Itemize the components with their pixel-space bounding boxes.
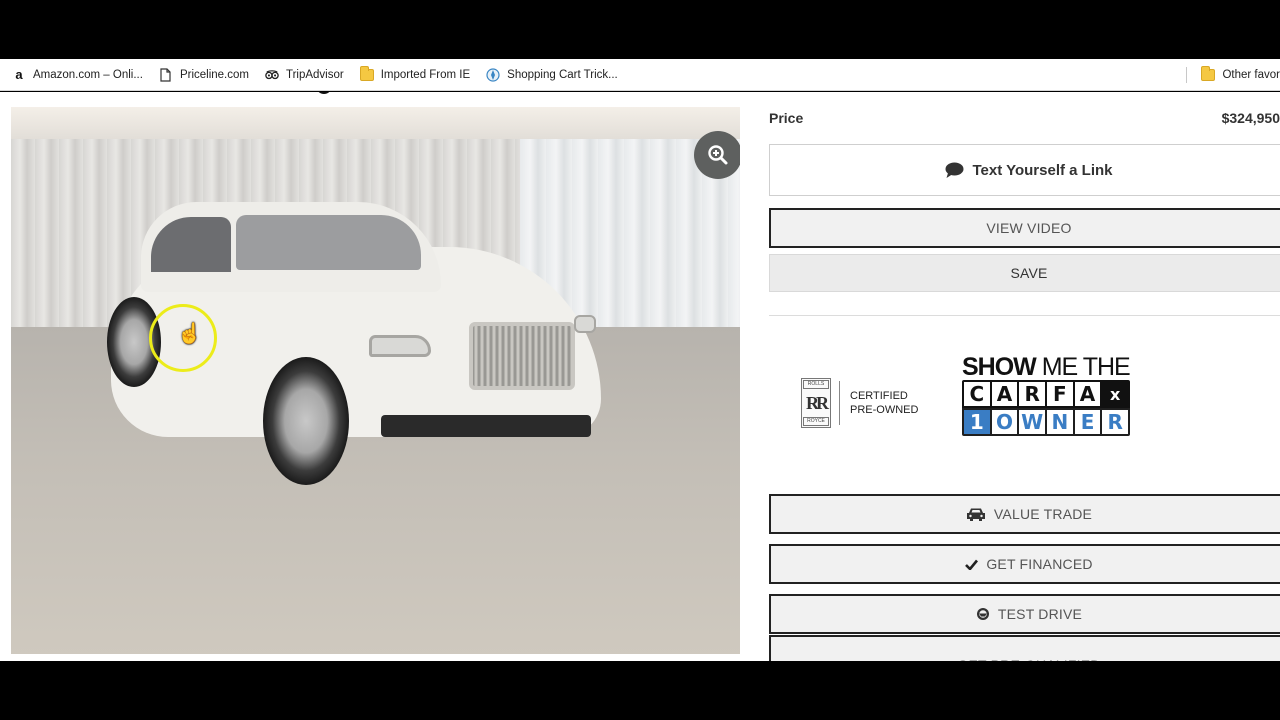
bookmarks-separator xyxy=(1186,66,1188,83)
bookmark-imported-from-ie[interactable]: Imported From IE xyxy=(352,63,478,87)
owner-letter: E xyxy=(1074,410,1101,434)
bookmark-amazon[interactable]: a Amazon.com – Onli... xyxy=(4,63,151,87)
bookmark-label: Amazon.com – Onli... xyxy=(33,68,143,81)
car-windshield xyxy=(236,215,421,270)
vehicle-photo-gallery[interactable]: ☝ xyxy=(11,107,740,654)
test-drive-button[interactable]: TEST DRIVE xyxy=(769,594,1280,634)
carfax-letter: F xyxy=(1047,382,1073,406)
car-icon xyxy=(966,507,986,521)
value-trade-button[interactable]: VALUE TRADE xyxy=(769,494,1280,534)
video-letterbox-top xyxy=(0,0,1280,59)
bookmarks-bar: a Amazon.com – Onli... Priceline.com Tri… xyxy=(0,59,1280,91)
bookmark-label: Other favor xyxy=(1222,68,1280,81)
video-letterbox-bottom xyxy=(0,661,1280,720)
checkmark-icon xyxy=(965,559,979,570)
rr-logo-top-text: ROLLS xyxy=(803,380,829,389)
amazon-icon: a xyxy=(15,67,23,82)
carfax-letter: A xyxy=(991,382,1018,406)
zoom-in-button[interactable] xyxy=(694,131,740,179)
owner-letter: W xyxy=(1019,410,1046,434)
carfax-letters-row: CARFAx xyxy=(962,380,1130,408)
car-headlight-right xyxy=(574,315,596,333)
owner-letter: 1 xyxy=(964,410,990,434)
bookmark-tripadvisor[interactable]: TripAdvisor xyxy=(257,63,352,87)
hand-cursor-icon: ☝ xyxy=(177,323,202,345)
bookmark-label: Shopping Cart Trick... xyxy=(507,68,618,81)
carfax-one-owner-badge[interactable]: SHOW ME THE CARFAx 1OWNER xyxy=(962,354,1138,436)
carfax-letter: R xyxy=(1019,382,1046,406)
car-grille xyxy=(469,322,575,390)
car-headlight xyxy=(369,335,431,357)
photo-ceiling xyxy=(11,107,740,139)
zoom-in-icon xyxy=(708,145,728,165)
carfax-heading: SHOW ME THE xyxy=(962,354,1138,380)
carfax-show: SHOW xyxy=(962,353,1037,381)
text-yourself-link-button[interactable]: Text Yourself a Link xyxy=(769,144,1280,196)
bookmark-label: TripAdvisor xyxy=(285,68,344,81)
bookmark-other-favorites[interactable]: Other favor xyxy=(1193,63,1280,87)
vehicle-sidebar: Price $324,950 Text Yourself a Link VIEW… xyxy=(769,92,1280,661)
carfax-me-the: ME THE xyxy=(1035,353,1131,381)
tripadvisor-icon xyxy=(265,68,279,82)
bookmark-priceline[interactable]: Priceline.com xyxy=(151,63,257,87)
rolls-royce-certified-badge: ROLLS RR ROYCE CERTIFIED PRE-OWNED xyxy=(801,378,918,428)
save-label: SAVE xyxy=(1010,265,1048,281)
text-yourself-link-label: Text Yourself a Link xyxy=(972,161,1113,179)
folder-icon xyxy=(1201,65,1216,82)
get-financed-label: GET FINANCED xyxy=(986,556,1093,572)
bookmark-shopping-cart-trick[interactable]: Shopping Cart Trick... xyxy=(478,63,626,87)
globe-icon xyxy=(486,67,500,82)
rr-certified-line2: PRE-OWNED xyxy=(850,404,919,416)
rr-certified-text: CERTIFIED PRE-OWNED xyxy=(850,389,918,417)
view-video-label: VIEW VIDEO xyxy=(986,220,1072,236)
owner-letter: N xyxy=(1047,410,1073,434)
bookmark-label: Imported From IE xyxy=(380,68,471,81)
bookmark-label: Priceline.com xyxy=(179,68,249,81)
price-label: Price xyxy=(769,110,804,126)
carfax-letter: C xyxy=(964,382,990,406)
rr-monogram: RR xyxy=(806,393,829,413)
carfax-letter: x xyxy=(1102,382,1129,406)
price-row: Price $324,950 xyxy=(769,110,1280,126)
page-icon xyxy=(159,67,173,82)
car-bumper-vent xyxy=(381,415,591,437)
folder-icon xyxy=(359,65,374,82)
rr-certified-line1: CERTIFIED xyxy=(850,390,908,402)
car-front-wheel xyxy=(263,357,349,485)
view-video-button[interactable]: VIEW VIDEO xyxy=(769,208,1280,248)
chat-bubble-icon xyxy=(945,162,964,179)
section-divider xyxy=(769,315,1280,316)
rr-divider xyxy=(839,381,840,425)
rolls-royce-logo-icon: ROLLS RR ROYCE xyxy=(801,378,831,428)
owner-letter: O xyxy=(991,410,1018,434)
steering-wheel-icon xyxy=(976,607,990,621)
owner-letter: R xyxy=(1102,410,1129,434)
test-drive-label: TEST DRIVE xyxy=(997,606,1083,622)
owner-letters-row: 1OWNER xyxy=(962,408,1130,436)
heading-text-fragment xyxy=(316,92,332,94)
price-value: $324,950 xyxy=(1221,110,1280,126)
vehicle-detail-page: ☝ Price $324,950 Text Yourself a Link VI… xyxy=(0,92,1280,661)
rr-logo-bottom-text: ROYCE xyxy=(803,417,829,426)
certification-badges: ROLLS RR ROYCE CERTIFIED PRE-OWNED SHOW … xyxy=(769,354,1280,454)
value-trade-label: VALUE TRADE xyxy=(993,506,1093,522)
get-prequalified-button[interactable]: GET PRE-QUALIFIED xyxy=(769,635,1280,661)
save-button[interactable]: SAVE xyxy=(769,254,1280,292)
carfax-letter: A xyxy=(1074,382,1101,406)
get-financed-button[interactable]: GET FINANCED xyxy=(769,544,1280,584)
